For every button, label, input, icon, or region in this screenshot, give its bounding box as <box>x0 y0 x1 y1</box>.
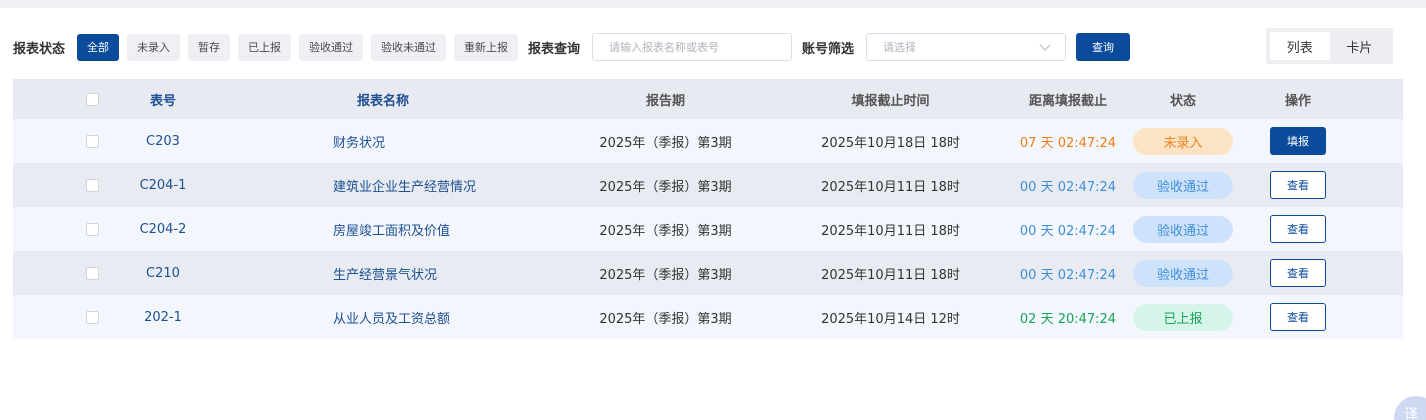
row-action-cell: 查看 <box>1233 163 1363 207</box>
row-name[interactable]: 从业人员及工资总额 <box>213 295 553 339</box>
row-deadline: 2025年10月11日 18时 <box>821 223 960 239</box>
row-action-cell: 填报 <box>1233 119 1363 163</box>
card-view-tab[interactable]: 卡片 <box>1330 32 1390 60</box>
header-remaining: 距离填报截止 <box>1028 93 1107 109</box>
translate-icon: 译 <box>1404 407 1418 420</box>
row-deadline: 2025年10月11日 18时 <box>821 267 960 283</box>
row-remaining: 02 天 20:47:24 <box>1019 311 1117 327</box>
row-remaining: 00 天 02:47:24 <box>1019 223 1117 239</box>
row-status-cell: 已上报 <box>1133 295 1233 339</box>
row-checkbox[interactable] <box>86 178 99 192</box>
account-select[interactable]: 请选择 <box>866 33 1067 61</box>
row-action-cell: 查看 <box>1233 207 1363 251</box>
row-period: 2025年（季报）第3期 <box>599 223 732 239</box>
status-chip[interactable]: 验收通过 <box>299 33 364 61</box>
account-filter-label: 账号筛选 <box>802 41 855 57</box>
row-checkbox[interactable] <box>86 134 99 148</box>
row-checkbox-cell <box>13 295 113 339</box>
view-report-button[interactable]: 查看 <box>1270 215 1326 243</box>
row-status-cell: 未录入 <box>1133 119 1233 163</box>
view-report-button[interactable]: 查看 <box>1270 259 1326 287</box>
select-all-checkbox[interactable] <box>86 92 99 106</box>
row-status-cell: 验收通过 <box>1133 163 1233 207</box>
table-header: 表号 报表名称 报告期 填报截止时间 距离填报截止 状态 操作 <box>13 79 1403 119</box>
view-report-button[interactable]: 查看 <box>1270 303 1326 331</box>
translate-widget[interactable]: 译 <box>1394 396 1426 420</box>
list-view-tab[interactable]: 列表 <box>1270 32 1330 60</box>
status-badge: 验收通过 <box>1133 215 1233 243</box>
row-remaining: 07 天 02:47:24 <box>1019 135 1117 151</box>
row-name[interactable]: 建筑业企业生产经营情况 <box>213 163 553 207</box>
row-period: 2025年（季报）第3期 <box>599 135 732 151</box>
status-badge: 未录入 <box>1133 127 1233 155</box>
row-period: 2025年（季报）第3期 <box>599 267 732 283</box>
row-period: 2025年（季报）第3期 <box>599 179 732 195</box>
row-deadline: 2025年10月14日 12时 <box>821 311 960 327</box>
row-deadline: 2025年10月11日 18时 <box>821 179 960 195</box>
row-status-cell: 验收通过 <box>1133 251 1233 295</box>
row-period: 2025年（季报）第3期 <box>599 311 732 327</box>
status-badge: 已上报 <box>1133 303 1233 331</box>
row-checkbox[interactable] <box>86 310 99 324</box>
header-name: 报表名称 <box>356 93 409 109</box>
row-action-cell: 查看 <box>1233 251 1363 295</box>
row-remaining: 00 天 02:47:24 <box>1019 267 1117 283</box>
view-switch: 列表 卡片 <box>1266 28 1393 64</box>
status-chip[interactable]: 未录入 <box>127 33 181 61</box>
table-row: C210 生产经营景气状况 2025年（季报）第3期 2025年10月11日 18时 0… <box>13 251 1403 295</box>
account-select-placeholder: 请选择 <box>883 41 917 54</box>
table-body: C203 财务状况 2025年（季报）第3期 2025年10月18日 18时 07 天 … <box>13 119 1403 339</box>
header-code: 表号 <box>149 93 176 109</box>
row-checkbox[interactable] <box>86 222 99 236</box>
table-row: C203 财务状况 2025年（季报）第3期 2025年10月18日 18时 07 天 … <box>13 119 1403 163</box>
row-checkbox-cell <box>13 119 113 163</box>
row-name[interactable]: 财务状况 <box>213 119 553 163</box>
row-code: C203 <box>146 133 180 149</box>
status-chip[interactable]: 全部 <box>77 33 120 61</box>
top-strip <box>0 0 1426 8</box>
row-checkbox-cell <box>13 207 113 251</box>
fill-report-button[interactable]: 填报 <box>1270 127 1326 155</box>
row-code: C204-2 <box>139 221 187 237</box>
header-status: 状态 <box>1169 93 1196 109</box>
header-deadline: 填报截止时间 <box>851 93 930 109</box>
status-badge: 验收通过 <box>1133 171 1233 199</box>
query-button[interactable]: 查询 <box>1076 33 1131 61</box>
row-checkbox-cell <box>13 251 113 295</box>
row-name[interactable]: 生产经营景气状况 <box>213 251 553 295</box>
table-row: 202-1 从业人员及工资总额 2025年（季报）第3期 2025年10月14日 12… <box>13 295 1403 339</box>
header-checkbox-cell <box>13 79 113 119</box>
status-chip-group: 全部 未录入 暂存 已上报 验收通过 验收未通过 重新上报 <box>77 33 526 61</box>
table-row: C204-2 房屋竣工面积及价值 2025年（季报）第3期 2025年10月11日 1… <box>13 207 1403 251</box>
row-action-cell: 查看 <box>1233 295 1363 339</box>
status-chip[interactable]: 重新上报 <box>454 33 519 61</box>
row-deadline: 2025年10月18日 18时 <box>821 135 960 151</box>
row-code: C204-1 <box>139 177 187 193</box>
report-query-label: 报表查询 <box>528 41 581 57</box>
row-code: 202-1 <box>144 309 182 325</box>
status-chip[interactable]: 已上报 <box>238 33 292 61</box>
status-filter-label: 报表状态 <box>13 41 66 57</box>
row-code: C210 <box>146 265 180 281</box>
header-period: 报告期 <box>645 93 685 109</box>
header-action: 操作 <box>1284 93 1311 109</box>
row-checkbox-cell <box>13 163 113 207</box>
row-status-cell: 验收通过 <box>1133 207 1233 251</box>
row-name[interactable]: 房屋竣工面积及价值 <box>213 207 553 251</box>
chevron-down-icon <box>1039 38 1051 51</box>
status-chip[interactable]: 验收未通过 <box>371 33 447 61</box>
report-search-input[interactable] <box>592 33 793 61</box>
row-remaining: 00 天 02:47:24 <box>1019 179 1117 195</box>
status-chip[interactable]: 暂存 <box>188 33 231 61</box>
report-table: 表号 报表名称 报告期 填报截止时间 距离填报截止 状态 操作 C203 财务状况… <box>13 79 1403 339</box>
view-report-button[interactable]: 查看 <box>1270 171 1326 199</box>
filter-bar: 报表状态 全部未录入暂存已上报验收通过验收未通过重新上报 报表查询 账号筛选 请… <box>13 33 1131 61</box>
row-checkbox[interactable] <box>86 266 99 280</box>
status-badge: 验收通过 <box>1133 259 1233 287</box>
table-row: C204-1 建筑业企业生产经营情况 2025年（季报）第3期 2025年10月11日… <box>13 163 1403 207</box>
